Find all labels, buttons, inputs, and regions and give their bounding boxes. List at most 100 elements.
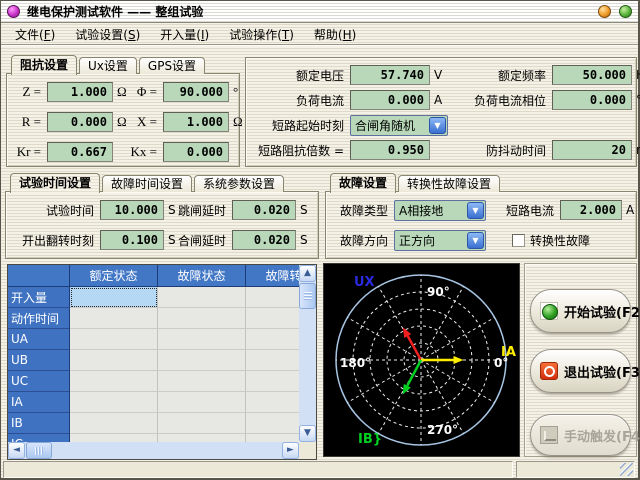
results-table: 额定状态 故障状态 故障转换 开入量 动作时间 UA UB UC IA IB I… (7, 264, 317, 460)
resize-grip[interactable] (620, 463, 633, 476)
scrollbar-thumb[interactable] (299, 283, 316, 309)
app-icon[interactable] (7, 5, 20, 18)
statusbar (1, 460, 638, 479)
close-delay-input[interactable]: 0.020 (232, 230, 296, 250)
rated-freq-input[interactable]: 50.000 (552, 65, 632, 85)
column-header[interactable]: 额定状态 (70, 265, 158, 287)
column-header[interactable]: 故障状态 (158, 265, 246, 287)
table-cell[interactable] (246, 308, 299, 329)
chevron-down-icon[interactable]: ▼ (467, 202, 484, 219)
table-cell[interactable] (70, 371, 158, 392)
kr-input[interactable]: 0.667 (47, 142, 113, 162)
table-row: UA (8, 329, 299, 350)
fault-direction-combobox[interactable]: 正方向▼ (394, 230, 486, 251)
table-cell-selected[interactable] (70, 287, 158, 308)
horizontal-scrollbar[interactable]: ◄ ► (8, 442, 299, 459)
manual-trigger-icon (540, 426, 558, 444)
table-cell[interactable] (246, 287, 299, 308)
scrollbar-corner (299, 442, 316, 459)
tab-convert-fault-settings[interactable]: 转换性故障设置 (398, 175, 500, 192)
chevron-down-icon[interactable]: ▼ (429, 117, 446, 134)
rated-voltage-input[interactable]: 57.740 (350, 65, 430, 85)
z-input[interactable]: 1.000 (47, 82, 113, 102)
scroll-right-icon[interactable]: ► (282, 442, 299, 459)
status-pane-left (3, 461, 513, 478)
table-cell[interactable] (70, 434, 158, 442)
table-cell[interactable] (158, 413, 246, 434)
minimize-button[interactable] (598, 5, 611, 18)
table-cell[interactable] (70, 308, 158, 329)
tab-gps-settings[interactable]: GPS设置 (139, 57, 205, 74)
menu-test-settings[interactable]: 试验设置(S) (65, 24, 150, 45)
debounce-input[interactable]: 20 (552, 140, 632, 160)
timing-tabstrip: 试验时间设置 故障时间设置 系统参数设置 (7, 171, 286, 192)
table-cell[interactable] (70, 392, 158, 413)
table-cell[interactable] (70, 329, 158, 350)
r-input[interactable]: 0.000 (47, 112, 113, 132)
titlebar: 继电保护测试软件 —— 整组试验 (1, 1, 638, 23)
short-start-combobox[interactable]: 合闸角随机▼ (350, 115, 448, 136)
tab-test-time[interactable]: 试验时间设置 (10, 173, 100, 193)
table-cell[interactable] (158, 329, 246, 350)
phasor-plot: 90° 180° 0° 270° UX IA IB} (323, 263, 520, 457)
start-test-button[interactable]: 开始试验(F2) (530, 289, 631, 333)
angle-90-label: 90° (427, 285, 450, 299)
kx-input[interactable]: 0.000 (163, 142, 229, 162)
tab-impedance-settings[interactable]: 阻抗设置 (11, 55, 77, 75)
fault-type-combobox[interactable]: A相接地▼ (394, 200, 486, 221)
tab-system-params[interactable]: 系统参数设置 (194, 175, 284, 192)
manual-trigger-button: 手动触发(F4) (530, 414, 631, 456)
table-cell[interactable] (70, 413, 158, 434)
short-current-unit: A (622, 203, 634, 217)
table-cell[interactable] (246, 350, 299, 371)
scroll-up-icon[interactable]: ▲ (299, 265, 316, 282)
status-pane-right (516, 461, 635, 478)
menu-file[interactable]: 文件(F) (5, 24, 65, 45)
fault-tabstrip: 故障设置 转换性故障设置 (327, 171, 502, 192)
table-cell[interactable] (246, 413, 299, 434)
ux-vector-label: UX (354, 275, 375, 290)
table-cell[interactable] (158, 308, 246, 329)
scroll-down-icon[interactable]: ▼ (299, 425, 316, 442)
tab-fault-time[interactable]: 故障时间设置 (102, 175, 192, 192)
chevron-down-icon[interactable]: ▼ (467, 232, 484, 249)
table-cell[interactable] (246, 329, 299, 350)
scroll-left-icon[interactable]: ◄ (8, 442, 25, 459)
angle-270-label: 270° (427, 423, 458, 437)
menu-binary-input[interactable]: 开入量(I) (150, 24, 219, 45)
table-cell[interactable] (246, 371, 299, 392)
exit-test-button[interactable]: 退出试验(F3) (530, 349, 631, 393)
short-current-input[interactable]: 2.000 (560, 200, 622, 220)
table-cell[interactable] (246, 392, 299, 413)
table-cell[interactable] (246, 434, 299, 442)
menu-test-operation[interactable]: 试验操作(T) (219, 24, 304, 45)
scrollbar-thumb[interactable] (26, 442, 52, 459)
phi-input[interactable]: 90.000 (163, 82, 229, 102)
table-cell[interactable] (70, 350, 158, 371)
impedance-panel: Z =1.000Ω Φ =90.000° R =0.000Ω X =1.000Ω… (6, 73, 240, 167)
close-button[interactable] (619, 5, 632, 18)
table-cell[interactable] (158, 434, 246, 442)
x-input[interactable]: 1.000 (163, 112, 229, 132)
vertical-scrollbar[interactable]: ▲ ▼ (299, 265, 316, 442)
tab-ux-settings[interactable]: Ux设置 (79, 57, 137, 74)
ia-vector-label: IA (501, 345, 516, 360)
tab-fault-settings[interactable]: 故障设置 (330, 173, 396, 193)
load-phase-input[interactable]: 0.000 (552, 90, 632, 110)
trip-delay-input[interactable]: 0.020 (232, 200, 296, 220)
load-current-input[interactable]: 0.000 (350, 90, 430, 110)
table-cell[interactable] (158, 287, 246, 308)
menu-help[interactable]: 帮助(H) (304, 24, 366, 45)
rated-freq-unit: Hz (632, 68, 640, 82)
table-cell[interactable] (158, 371, 246, 392)
test-time-input[interactable]: 10.000 (100, 200, 164, 220)
column-header[interactable]: 故障转换 (246, 265, 299, 287)
convert-fault-checkbox[interactable] (512, 234, 525, 247)
load-current-label: 负荷电流 (250, 92, 350, 109)
impedance-factor-input[interactable]: 0.950 (350, 140, 430, 160)
table-cell[interactable] (158, 350, 246, 371)
flip-time-input[interactable]: 0.100 (100, 230, 164, 250)
table-cell[interactable] (158, 392, 246, 413)
debounce-unit: ms (632, 143, 640, 157)
convert-fault-label: 转换性故障 (530, 232, 590, 249)
